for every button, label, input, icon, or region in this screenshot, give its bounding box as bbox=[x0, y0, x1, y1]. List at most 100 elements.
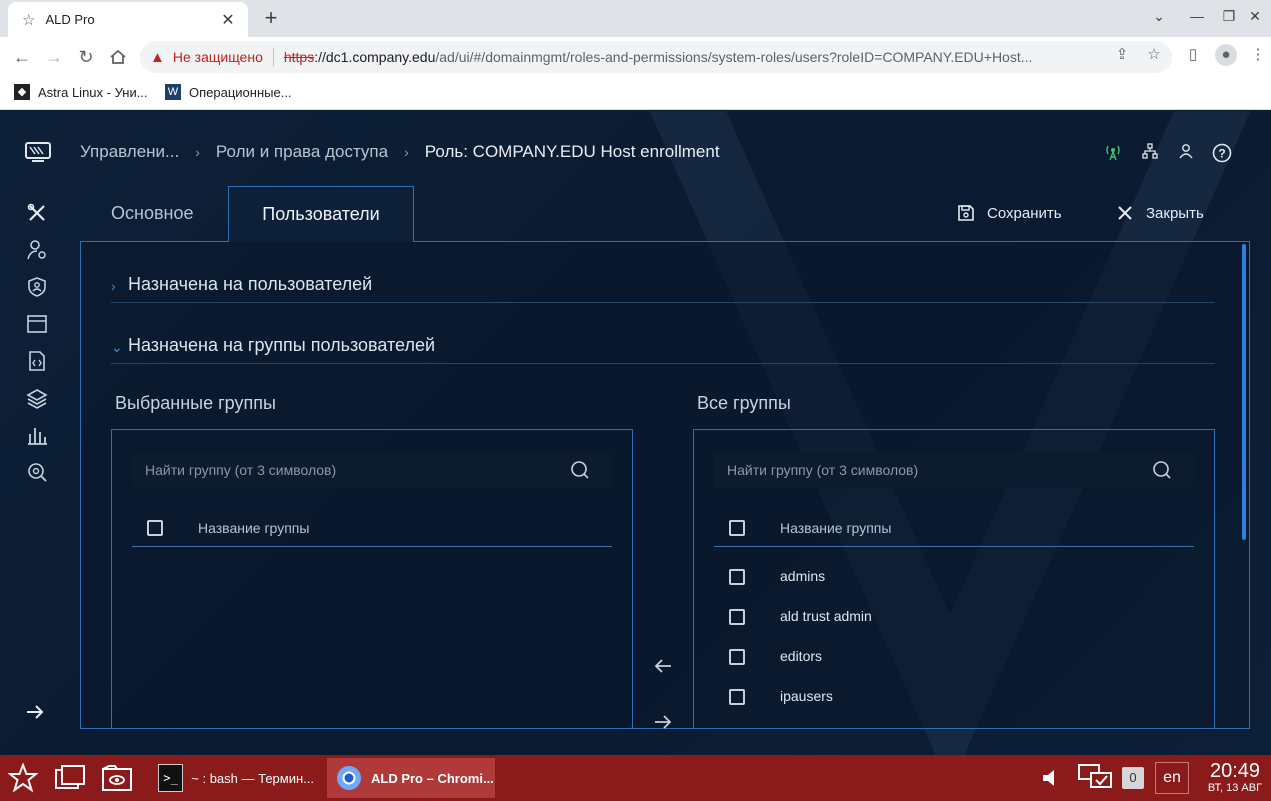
bookmark-label: Astra Linux - Уни... bbox=[38, 84, 148, 100]
app-logo-icon[interactable] bbox=[24, 141, 52, 163]
task-terminal[interactable]: >_ ~ : bash — Термин... bbox=[150, 758, 322, 798]
table-header: Название группы bbox=[132, 510, 612, 547]
save-label: Сохранить bbox=[987, 204, 1062, 222]
wiki-icon: W bbox=[165, 84, 181, 100]
all-groups-box: Найти группу (от 3 символов) Название гр… bbox=[693, 429, 1215, 729]
tab-search-icon[interactable]: ⌄ bbox=[1149, 8, 1169, 25]
network-icon[interactable] bbox=[1075, 755, 1115, 801]
group-name: ipausers bbox=[780, 688, 833, 704]
connection-status-icon[interactable] bbox=[1103, 143, 1123, 163]
file-manager-icon[interactable] bbox=[97, 755, 137, 801]
clock[interactable]: 20:49 ВТ, 13 АВГ bbox=[1200, 761, 1270, 795]
notification-badge[interactable]: 0 bbox=[1122, 767, 1144, 789]
shield-user-icon[interactable] bbox=[26, 276, 48, 298]
table-row[interactable]: ipausers bbox=[714, 677, 1194, 717]
tools-icon[interactable] bbox=[26, 202, 48, 224]
reload-icon[interactable]: ↻ bbox=[74, 45, 98, 69]
scrollbar[interactable] bbox=[1242, 244, 1246, 540]
back-icon[interactable]: ← bbox=[10, 45, 34, 69]
search-input[interactable]: Найти группу (от 3 символов) bbox=[145, 462, 570, 478]
group-name: admins bbox=[780, 568, 826, 584]
breadcrumb-item-roles[interactable]: Роли и права доступа bbox=[216, 142, 388, 162]
tab-close-icon[interactable]: ✕ bbox=[218, 10, 238, 30]
save-icon bbox=[958, 205, 974, 221]
select-all-checkbox[interactable] bbox=[729, 520, 745, 536]
row-checkbox[interactable] bbox=[729, 609, 745, 625]
search-zoom-icon[interactable] bbox=[26, 461, 48, 483]
start-menu-star-icon[interactable] bbox=[4, 755, 42, 801]
all-groups-title: Все группы bbox=[697, 393, 791, 413]
browser-tab[interactable]: ☆ ALD Pro ✕ bbox=[8, 2, 248, 37]
divider bbox=[272, 48, 274, 66]
tab-users[interactable]: Пользователи bbox=[228, 186, 414, 242]
tab-basic[interactable]: Основное bbox=[111, 203, 193, 224]
move-left-arrow-icon[interactable] bbox=[651, 654, 675, 678]
browser-tab-strip: ☆ ALD Pro ✕ + ⌄ — ❐ ✕ bbox=[0, 0, 1271, 37]
profile-icon[interactable]: ● bbox=[1215, 44, 1237, 66]
home-icon[interactable] bbox=[106, 45, 130, 69]
breadcrumb-item-management[interactable]: Управлени... bbox=[80, 142, 179, 162]
windows-switcher-icon[interactable] bbox=[50, 755, 90, 801]
side-panel-icon[interactable]: ▯ bbox=[1183, 45, 1203, 63]
chromium-icon bbox=[335, 764, 363, 792]
layers-icon[interactable] bbox=[26, 387, 48, 409]
row-checkbox[interactable] bbox=[729, 569, 745, 585]
expand-sidebar-arrow-icon[interactable] bbox=[24, 701, 46, 723]
task-chromium[interactable]: ALD Pro – Chromi... bbox=[327, 758, 495, 798]
table-row[interactable]: admins bbox=[714, 557, 1194, 597]
share-icon[interactable]: ⇪ bbox=[1112, 45, 1132, 63]
user-profile-icon[interactable] bbox=[1176, 143, 1196, 163]
breadcrumb: Управлени... › Роли и права доступа › Ро… bbox=[80, 142, 720, 162]
row-checkbox[interactable] bbox=[729, 689, 745, 705]
address-bar[interactable]: ▲ Не защищено https ://dc1.company.edu /… bbox=[140, 41, 1172, 73]
volume-icon[interactable] bbox=[1038, 755, 1066, 801]
move-right-arrow-icon[interactable] bbox=[651, 710, 675, 734]
close-label: Закрыть bbox=[1146, 204, 1204, 222]
window-close-icon[interactable]: ✕ bbox=[1245, 8, 1265, 25]
bookmark-star-icon[interactable]: ☆ bbox=[1144, 45, 1164, 63]
selected-groups-box: Найти группу (от 3 символов) Название гр… bbox=[111, 429, 633, 729]
search-input[interactable]: Найти группу (от 3 символов) bbox=[727, 462, 1152, 478]
section-assigned-users[interactable]: › Назначена на пользователей bbox=[111, 274, 1215, 303]
selected-groups-search[interactable]: Найти группу (от 3 символов) bbox=[132, 453, 612, 487]
row-checkbox[interactable] bbox=[729, 649, 745, 665]
table-header: Название группы bbox=[714, 510, 1194, 547]
group-name: editors bbox=[780, 648, 823, 664]
restore-icon[interactable]: ❐ bbox=[1219, 8, 1239, 25]
browser-toolbar: ← → ↻ ▲ Не защищено https ://dc1.company… bbox=[0, 37, 1271, 77]
section-title: Назначена на пользователей bbox=[128, 274, 373, 294]
bookmark-astra[interactable]: ◆ Astra Linux - Уни... bbox=[14, 84, 148, 100]
search-icon[interactable] bbox=[570, 460, 590, 480]
app-window: Управлени... › Роли и права доступа › Ро… bbox=[0, 111, 1271, 755]
select-all-checkbox[interactable] bbox=[147, 520, 163, 536]
column-header: Название группы bbox=[780, 520, 892, 536]
all-groups-search[interactable]: Найти группу (от 3 символов) bbox=[714, 453, 1194, 487]
url-host: ://dc1.company.edu bbox=[314, 49, 436, 65]
keyboard-layout-indicator[interactable]: en bbox=[1155, 762, 1189, 794]
forward-icon[interactable]: → bbox=[42, 45, 66, 69]
bookmark-os[interactable]: W Операционные... bbox=[165, 84, 292, 100]
search-icon[interactable] bbox=[1152, 460, 1172, 480]
code-file-icon[interactable] bbox=[26, 350, 48, 372]
bar-chart-icon[interactable] bbox=[26, 424, 48, 446]
taskbar: >_ ~ : bash — Термин... ALD Pro – Chromi… bbox=[0, 755, 1271, 801]
url-scheme: https bbox=[283, 49, 315, 65]
table-row[interactable]: ald trust admin bbox=[714, 597, 1194, 637]
window-icon[interactable] bbox=[26, 313, 48, 335]
clock-time: 20:49 bbox=[1209, 760, 1261, 782]
help-icon[interactable]: ? bbox=[1212, 143, 1232, 163]
new-tab-button[interactable]: + bbox=[258, 6, 284, 30]
section-assigned-groups[interactable]: ⌄ Назначена на группы пользователей bbox=[111, 335, 1215, 364]
table-row[interactable]: editors bbox=[714, 637, 1194, 677]
close-button[interactable]: Закрыть bbox=[1116, 204, 1204, 222]
warning-icon[interactable]: ▲ bbox=[150, 49, 165, 66]
security-status[interactable]: Не защищено bbox=[173, 49, 263, 65]
url-path: /ad/ui/#/domainmgmt/roles-and-permission… bbox=[435, 49, 1033, 65]
save-button[interactable]: Сохранить bbox=[957, 204, 1062, 222]
menu-icon[interactable]: ⋮ bbox=[1248, 45, 1268, 63]
structure-icon[interactable] bbox=[1140, 143, 1160, 163]
user-settings-icon[interactable] bbox=[26, 239, 48, 261]
minimize-icon[interactable]: — bbox=[1187, 8, 1207, 24]
task-label: ALD Pro – Chromi... bbox=[371, 770, 494, 786]
chevron-down-icon: ⌄ bbox=[111, 339, 123, 355]
